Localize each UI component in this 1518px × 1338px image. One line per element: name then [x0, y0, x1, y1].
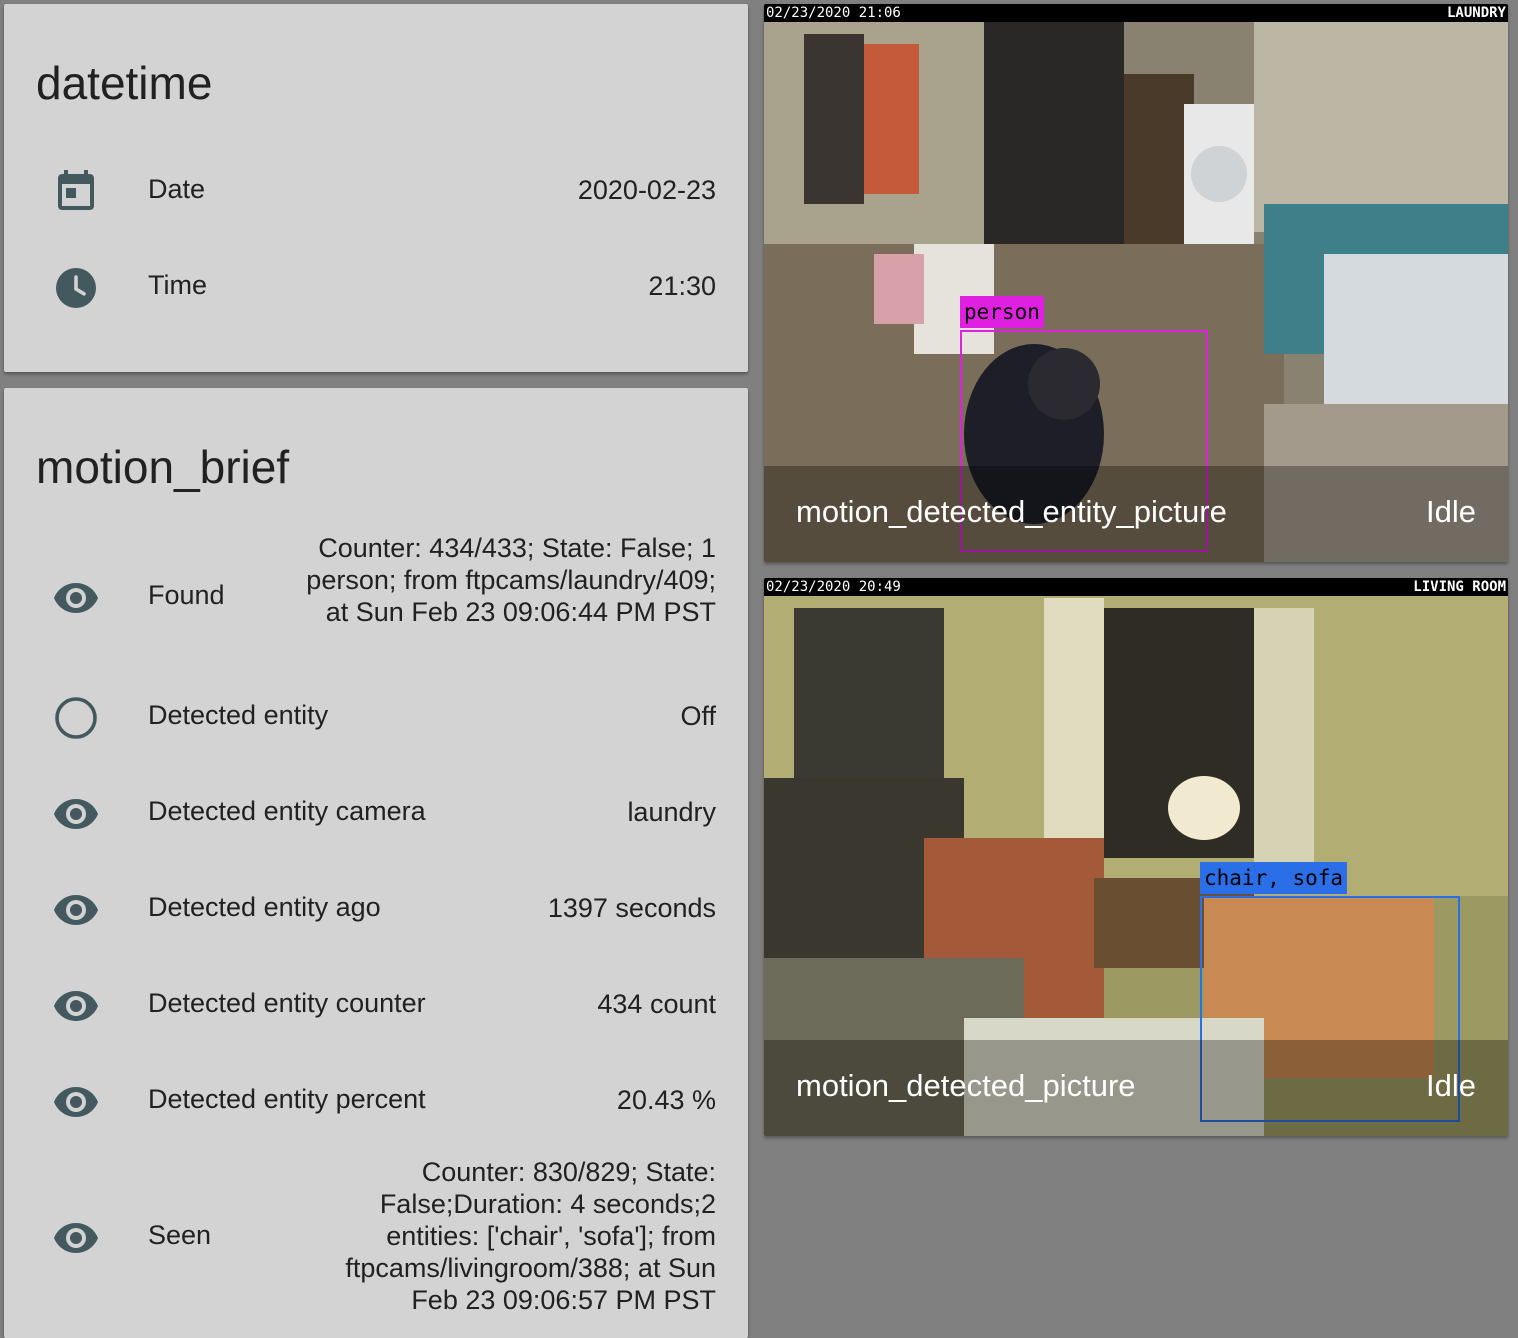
row-label: Date: [148, 174, 206, 204]
row-value: Counter: 434/433; State: False; 1 person…: [306, 533, 716, 627]
eye-icon: [52, 1214, 100, 1262]
eye-icon: [52, 790, 100, 838]
eye-icon: [52, 1078, 100, 1126]
camera-room: LIVING ROOM: [1413, 579, 1506, 595]
camera-name: motion_detected_entity_picture: [796, 494, 1227, 529]
camera-osd: 02/23/2020 21:06 LAUNDRY: [764, 4, 1508, 22]
circle-outline-icon: [52, 694, 100, 742]
eye-icon: [52, 982, 100, 1030]
camera-room: LAUNDRY: [1446, 5, 1506, 21]
camera-state: Idle: [1426, 1068, 1476, 1103]
camera-card-laundry[interactable]: person 02/23/2020 21:06 LAUNDRY motion_d…: [764, 4, 1508, 562]
row-label: Detected entity camera: [148, 796, 426, 826]
row-value: 21:30: [648, 271, 716, 301]
row-value: 2020-02-23: [577, 175, 716, 205]
eye-icon: [52, 574, 100, 622]
camera-osd: 02/23/2020 20:49 LIVING ROOM: [764, 578, 1508, 596]
clock-icon: [52, 264, 100, 312]
row-value: 434 count: [597, 989, 716, 1019]
row-label: Found: [148, 580, 225, 610]
calendar-icon: [52, 168, 100, 216]
row-label: Seen: [148, 1220, 212, 1250]
eye-icon: [52, 886, 100, 934]
card-title: datetime: [36, 57, 213, 109]
camera-name: motion_detected_picture: [796, 1068, 1136, 1103]
camera-state: Idle: [1426, 494, 1476, 529]
row-value: laundry: [627, 797, 716, 827]
camera-timestamp: 02/23/2020 20:49: [766, 579, 901, 595]
camera-timestamp: 02/23/2020 21:06: [766, 5, 901, 21]
camera-card-living-room[interactable]: chair, sofa 02/23/2020 20:49 LIVING ROOM…: [764, 578, 1508, 1136]
card-title: motion_brief: [36, 441, 290, 493]
detection-label: chair, sofa: [1200, 862, 1348, 894]
row-value: 1397 seconds: [547, 893, 716, 923]
row-label: Detected entity: [148, 700, 329, 730]
row-value: Off: [680, 701, 716, 731]
motion-brief-card: motion_brief Found Counter: 434/433; Sta…: [4, 388, 748, 1338]
row-value: 20.43 %: [616, 1085, 716, 1115]
datetime-card: datetime Date 2020-02-23 Time 21:30: [4, 4, 748, 372]
row-value: Counter: 830/829; State: False;Duration:…: [345, 1157, 716, 1315]
camera-footer: motion_detected_entity_picture Idle: [764, 466, 1508, 562]
row-label: Time: [148, 270, 207, 300]
row-label: Detected entity counter: [148, 988, 426, 1018]
camera-footer: motion_detected_picture Idle: [764, 1040, 1508, 1136]
row-label: Detected entity ago: [148, 892, 381, 922]
detection-label: person: [960, 296, 1044, 328]
row-label: Detected entity percent: [148, 1084, 426, 1114]
